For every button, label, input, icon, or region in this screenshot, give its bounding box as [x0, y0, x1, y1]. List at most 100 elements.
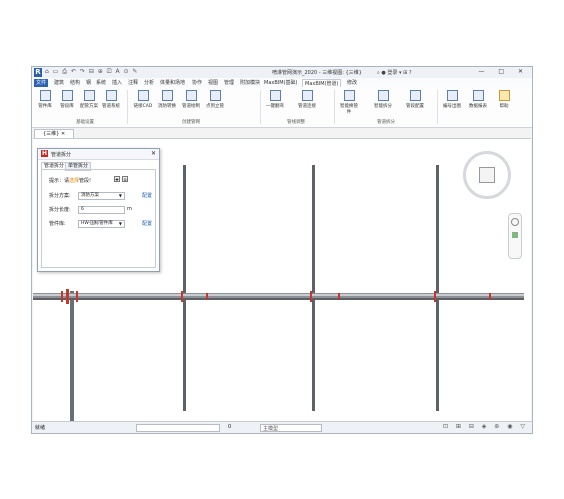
bend-icon [269, 90, 281, 101]
login-label[interactable]: 登录 [387, 70, 397, 76]
report-icon [472, 90, 484, 101]
one-click-bend-button[interactable]: 一键翻弯 [264, 90, 286, 109]
pick-icon[interactable]: ✚ [114, 176, 120, 182]
status-text: 就绪 [35, 425, 46, 431]
vertical-pipe[interactable] [312, 165, 315, 411]
riser-icon [209, 90, 221, 101]
hint-highlight: 选择 [69, 178, 80, 184]
group-label-basic-settings: 基础设置 [76, 120, 94, 125]
segment-config-icon [409, 90, 421, 101]
pipe-joint [61, 291, 63, 302]
user-icon: ● [381, 70, 386, 76]
link-cad-icon [137, 90, 149, 101]
revit-logo[interactable]: R [34, 68, 42, 77]
ribbon-panel: 管件库 管段库 配管方案 管道系统 链接CAD 消防转换 管道绘制 点到立管 一… [32, 87, 532, 128]
piping-scheme-button[interactable]: 配管方案 [78, 90, 100, 109]
help-icon[interactable]: ? [409, 70, 412, 76]
tab-collaborate[interactable]: 协作 [190, 79, 204, 87]
active-model-field[interactable]: 主模型 [260, 424, 322, 432]
fitting-library-label: 管件库: [49, 221, 66, 227]
status-field[interactable] [136, 424, 220, 432]
close-icon[interactable]: ✕ [61, 131, 65, 137]
fitting-library-button[interactable]: 管件库 [34, 90, 56, 109]
tab-architecture[interactable]: 建筑 [52, 79, 66, 87]
palette-title: 管道拆分 [51, 152, 72, 158]
tab-systems[interactable]: 系统 [94, 79, 108, 87]
group-divider [127, 90, 128, 124]
segment-library-button[interactable]: 管段库 [56, 90, 78, 109]
hint-text: 提示：请选择管段! ✚ ⊚ [49, 176, 128, 184]
vertical-pipe[interactable] [70, 291, 74, 421]
chevron-down-icon: ▼ [118, 221, 122, 226]
pipe-joint [206, 293, 208, 300]
view-tab[interactable]: {三维} ✕ [34, 129, 75, 138]
cart-icon[interactable]: ▾ ⊞ [399, 70, 407, 76]
window-controls[interactable]: — □ ✕ [478, 68, 529, 75]
vertical-pipe[interactable] [436, 165, 439, 411]
tab-addins[interactable]: 附加模块 [238, 79, 262, 87]
tab-massing[interactable]: 体量和场地 [158, 79, 187, 87]
title-bar: R ⌂ ▭ ⎙ ↶ ↷ ⊟ ⊕ ⎚ A ⊙ ✎ 喷淋管网演示_2020 - 三维… [32, 67, 532, 78]
app-logo-icon: H [41, 150, 48, 157]
smart-fitting-swap-button[interactable]: 智能换管件 [338, 90, 360, 115]
split-length-input[interactable]: 6 [78, 206, 125, 214]
window-title: 喷淋管网演示_2020 - 三维视图: {三维} [272, 70, 362, 76]
tab-maxbim-basic[interactable]: MaxBIM(基础) [262, 79, 299, 87]
tab-modify[interactable]: 修改 [345, 79, 359, 87]
pipe-draw-button[interactable]: 管道绘制 [180, 90, 202, 109]
pipe-system-icon [105, 90, 117, 101]
smart-split-button[interactable]: 智能拆分 [372, 90, 394, 109]
viewcube[interactable] [463, 151, 511, 199]
fitting-library-select[interactable]: HW-国标管件库 ▼ [78, 220, 125, 228]
horizontal-main-pipe[interactable] [33, 293, 524, 300]
tab-structure[interactable]: 结构 [68, 79, 82, 87]
palette-content: 提示：请选择管段! ✚ ⊚ 拆分方案: 消防方案 ▼ 配置 拆分长度: 6 m 管… [41, 169, 156, 268]
pipe-joint [310, 291, 312, 302]
split-scheme-label: 拆分方案: [49, 193, 71, 199]
help-button[interactable]: 帮助 [493, 90, 515, 109]
segment-config-button[interactable]: 管段配置 [404, 90, 426, 109]
pipe-joint [66, 289, 69, 304]
tab-insert[interactable]: 插入 [110, 79, 124, 87]
group-label-pipe-adjust: 管线调整 [287, 120, 305, 125]
zoom-icon[interactable] [512, 232, 518, 238]
tab-steel[interactable]: 钢 [84, 79, 93, 87]
pipe-joint [338, 293, 340, 300]
split-scheme-config-link[interactable]: 配置 [142, 192, 152, 199]
group-divider [437, 90, 438, 124]
split-scheme-select[interactable]: 消防方案 ▼ [78, 192, 125, 200]
search-icon[interactable]: ⌕ [377, 70, 380, 76]
fitting-swap-icon [343, 90, 355, 101]
fire-convert-button[interactable]: 消防转换 [156, 90, 178, 109]
tab-view[interactable]: 视图 [206, 79, 220, 87]
selection-count: 0 [228, 424, 232, 430]
pipe-system-button[interactable]: 管道系统 [100, 90, 122, 109]
tab-analyze[interactable]: 分析 [142, 79, 156, 87]
tab-annotate[interactable]: 注释 [126, 79, 140, 87]
pipe-connect-button[interactable]: 管道连接 [296, 90, 318, 109]
vertical-pipe[interactable] [183, 165, 186, 411]
navigation-bar[interactable] [508, 213, 522, 259]
viewcube-face[interactable] [479, 167, 495, 183]
user-login[interactable]: ⌕ ● 登录 ▾ ⊞ ? [377, 69, 412, 76]
number-drawing-button[interactable]: 编号出图 [441, 90, 463, 109]
tab-manage[interactable]: 管理 [222, 79, 236, 87]
status-icons[interactable]: ⊡ ⊞ ⊟ ◈ ⊛ ◉ ▽ [443, 423, 528, 430]
key-icon [498, 90, 510, 101]
fire-convert-icon [161, 90, 173, 101]
pipe-draw-icon [185, 90, 197, 101]
pipe-split-palette: H 管道拆分 ✕ 管道拆分 单管拆分 提示：请选择管段! ✚ ⊚ 拆分方案: 消… [37, 148, 160, 272]
quick-access-toolbar[interactable]: ⌂ ▭ ⎙ ↶ ↷ ⊟ ⊕ ⎚ A ⊙ ✎ [45, 68, 138, 76]
filter-icon[interactable]: ⊚ [122, 176, 128, 182]
steering-wheel-icon[interactable] [511, 218, 519, 226]
data-report-button[interactable]: 数据报表 [467, 90, 489, 109]
split-length-unit: m [127, 206, 132, 212]
link-cad-button[interactable]: 链接CAD [132, 90, 154, 109]
point-to-riser-button[interactable]: 点到立管 [204, 90, 226, 109]
close-icon[interactable]: ✕ [151, 150, 156, 157]
fitting-library-config-link[interactable]: 配置 [142, 220, 152, 227]
tab-file[interactable]: 文件 [34, 79, 49, 87]
number-drawing-icon [446, 90, 458, 101]
pipe-joint [489, 293, 491, 300]
palette-header[interactable]: H 管道拆分 ✕ [38, 149, 159, 160]
